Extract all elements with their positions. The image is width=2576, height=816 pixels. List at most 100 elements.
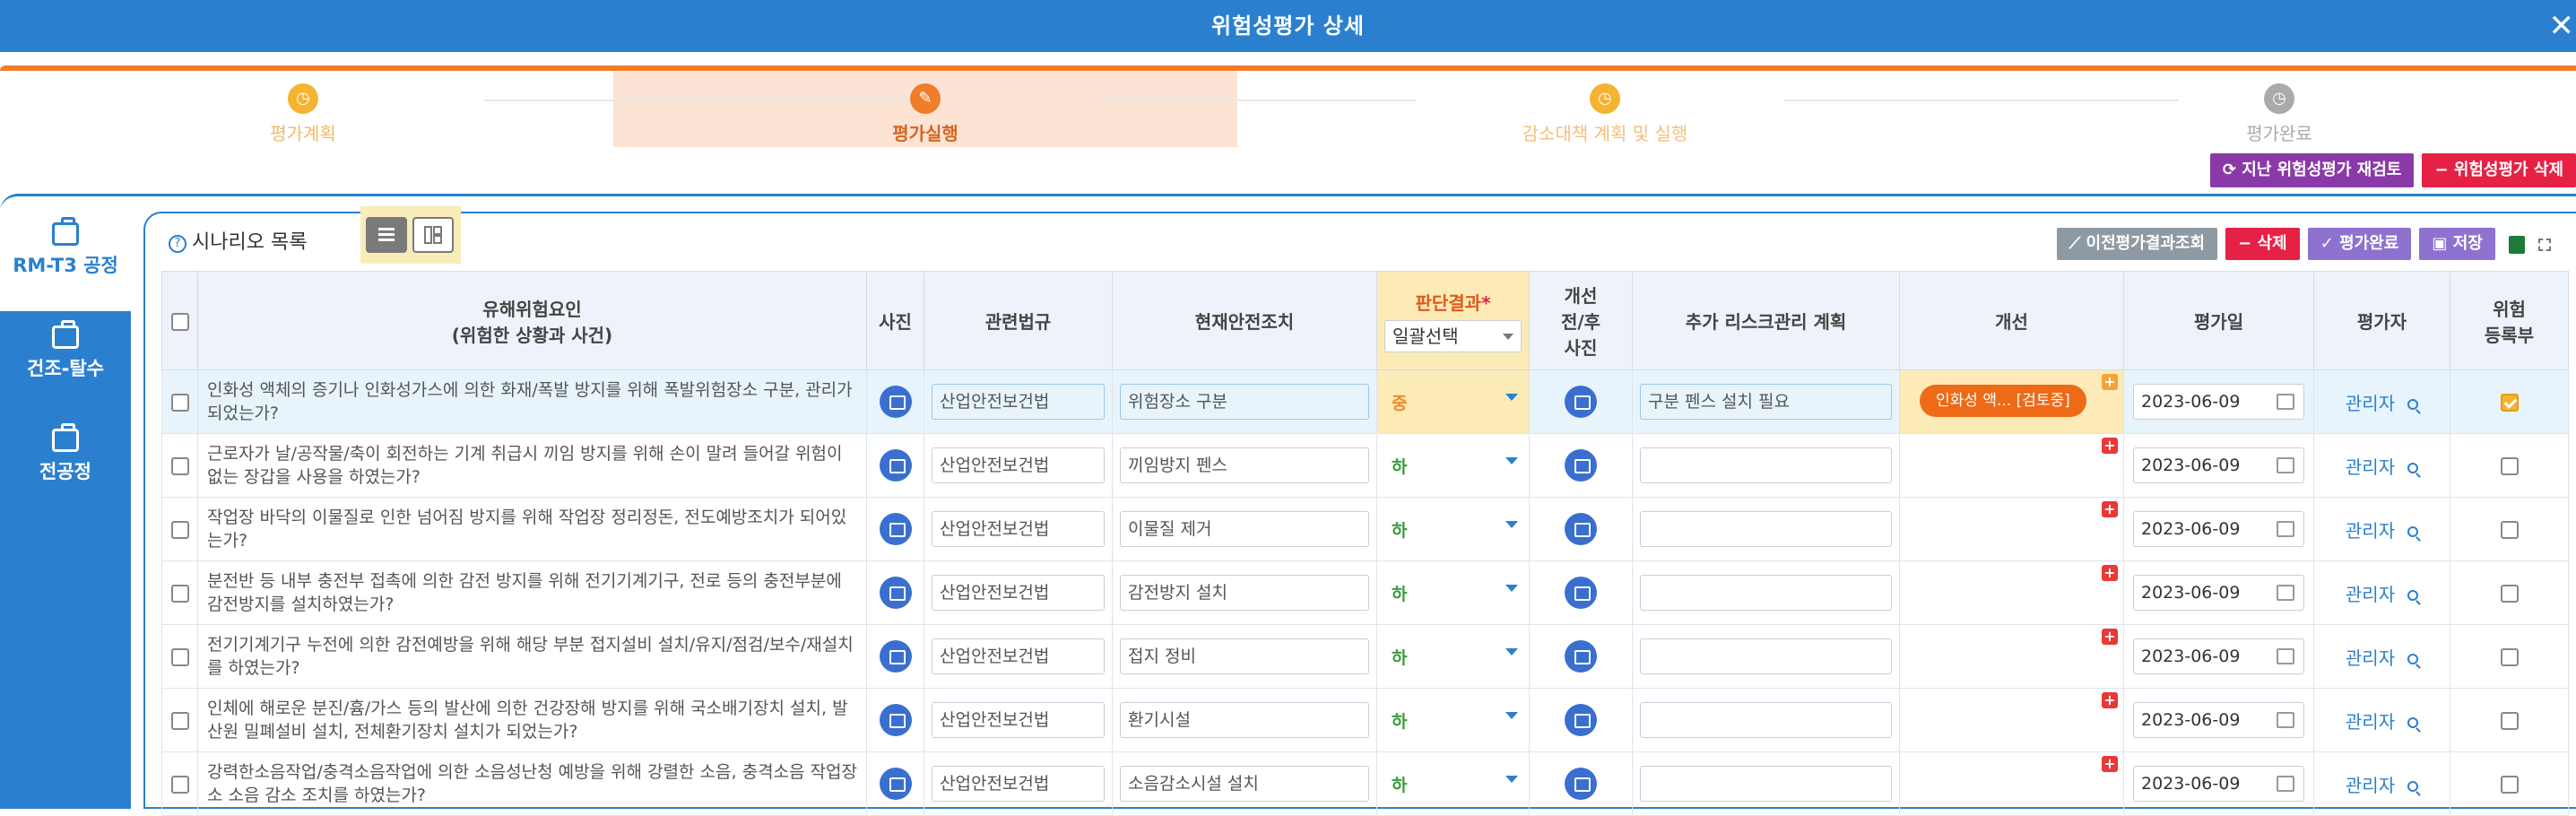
search-icon[interactable]: [2407, 398, 2419, 410]
date-input[interactable]: 2023-06-09: [2133, 447, 2304, 483]
search-icon[interactable]: [2407, 589, 2419, 601]
current-measure-input[interactable]: 이물질 제거: [1120, 511, 1369, 547]
judge-select[interactable]: 하: [1377, 454, 1529, 478]
plan-input[interactable]: [1640, 702, 1892, 738]
row-checkbox[interactable]: [170, 775, 189, 794]
calendar-icon[interactable]: [2277, 394, 2294, 410]
date-input[interactable]: 2023-06-09: [2133, 575, 2304, 611]
plan-input[interactable]: [1640, 511, 1892, 547]
complete-evaluation-button[interactable]: ✓ 평가완료: [2307, 228, 2412, 260]
evaluator-link[interactable]: 관리자: [2314, 453, 2450, 479]
close-icon[interactable]: ✕: [2549, 0, 2575, 52]
current-measure-input[interactable]: 감전방지 설치: [1120, 575, 1369, 611]
register-checkbox[interactable]: [2500, 647, 2519, 666]
image-icon[interactable]: [879, 577, 912, 609]
table-row[interactable]: 작업장 바닥의 이물질로 인한 넘어짐 방지를 위해 작업장 정리정돈, 전도예…: [161, 497, 2569, 561]
register-checkbox[interactable]: [2500, 520, 2519, 539]
delete-assessment-button[interactable]: − 위험성평가 삭제: [2422, 153, 2576, 187]
add-improvement-icon[interactable]: +: [2102, 501, 2118, 517]
calendar-icon[interactable]: [2277, 776, 2294, 792]
judge-select[interactable]: 하: [1377, 708, 1529, 733]
law-input[interactable]: 산업안전보건법: [932, 575, 1105, 611]
image-icon[interactable]: [1565, 513, 1597, 545]
evaluator-link[interactable]: 관리자: [2314, 580, 2450, 606]
date-input[interactable]: 2023-06-09: [2133, 511, 2304, 547]
review-past-assessment-button[interactable]: ⟳ 지난 위험성평가 재검토: [2209, 153, 2415, 187]
tab-rm-t3[interactable]: RM-T3 공정: [0, 208, 131, 311]
image-icon[interactable]: [879, 386, 912, 418]
search-icon[interactable]: [2407, 653, 2419, 664]
image-icon[interactable]: [1565, 577, 1597, 609]
date-input[interactable]: 2023-06-09: [2133, 702, 2304, 738]
image-icon[interactable]: [1565, 449, 1597, 482]
bulk-select-dropdown[interactable]: 일괄선택: [1384, 320, 1522, 352]
add-improvement-icon[interactable]: +: [2102, 374, 2118, 390]
date-input[interactable]: 2023-06-09: [2133, 384, 2304, 420]
add-improvement-icon[interactable]: +: [2102, 565, 2118, 581]
table-row[interactable]: 분전반 등 내부 충전부 접촉에 의한 감전 방지를 위해 전기기계기구, 전로…: [161, 560, 2569, 625]
tab-all-process[interactable]: 전공정: [0, 414, 131, 517]
current-measure-input[interactable]: 위험장소 구분: [1120, 384, 1369, 420]
row-checkbox[interactable]: [170, 520, 189, 539]
law-input[interactable]: 산업안전보건법: [932, 384, 1105, 420]
image-icon[interactable]: [1565, 704, 1597, 736]
row-checkbox[interactable]: [170, 584, 189, 603]
evaluator-link[interactable]: 관리자: [2314, 389, 2450, 415]
register-checkbox[interactable]: [2500, 393, 2519, 412]
plan-input[interactable]: [1640, 575, 1892, 611]
list-view-button[interactable]: [366, 217, 407, 253]
law-input[interactable]: 산업안전보건법: [932, 638, 1105, 674]
row-checkbox[interactable]: [170, 456, 189, 475]
plan-input[interactable]: 구분 펜스 설치 필요: [1640, 384, 1892, 420]
date-input[interactable]: 2023-06-09: [2133, 638, 2304, 674]
calendar-icon[interactable]: [2277, 585, 2294, 601]
calendar-icon[interactable]: [2277, 648, 2294, 664]
image-icon[interactable]: [879, 640, 912, 673]
evaluator-link[interactable]: 관리자: [2314, 771, 2450, 797]
current-measure-input[interactable]: 접지 정비: [1120, 638, 1369, 674]
add-improvement-icon[interactable]: +: [2102, 692, 2118, 708]
search-icon[interactable]: [2407, 462, 2419, 473]
judge-select[interactable]: 하: [1377, 772, 1529, 796]
calendar-icon[interactable]: [2277, 712, 2294, 728]
law-input[interactable]: 산업안전보건법: [932, 511, 1105, 547]
search-icon[interactable]: [2407, 780, 2419, 792]
tab-drying-dewatering[interactable]: 건조-탈수: [0, 311, 131, 414]
plan-input[interactable]: [1640, 447, 1892, 483]
calendar-icon[interactable]: [2277, 457, 2294, 473]
table-row[interactable]: 인체에 해로운 분진/흄/가스 등의 발산에 의한 건강장해 방지를 위해 국소…: [161, 688, 2569, 752]
row-checkbox[interactable]: [170, 711, 189, 730]
judge-select[interactable]: 하: [1377, 581, 1529, 605]
step-reduction[interactable]: ◷ 감소대책 계획 및 실행: [1426, 83, 1784, 145]
law-input[interactable]: 산업안전보건법: [932, 447, 1105, 483]
improvement-status-badge[interactable]: 인화성 액... [검토중]: [1920, 385, 2086, 417]
table-row[interactable]: 강력한소음작업/충격소음작업에 의한 소음성난청 예방을 위해 강렬한 소음, …: [161, 751, 2569, 816]
evaluator-link[interactable]: 관리자: [2314, 707, 2450, 734]
row-checkbox[interactable]: [170, 647, 189, 666]
date-input[interactable]: 2023-06-09: [2133, 766, 2304, 802]
step-complete[interactable]: ◷ 평가완료: [2100, 83, 2459, 145]
image-icon[interactable]: [1565, 768, 1597, 800]
image-icon[interactable]: [879, 449, 912, 482]
calendar-icon[interactable]: [2277, 521, 2294, 537]
image-icon[interactable]: [879, 704, 912, 736]
evaluator-link[interactable]: 관리자: [2314, 644, 2450, 670]
image-icon[interactable]: [879, 513, 912, 545]
table-row[interactable]: 전기기계기구 누전에 의한 감전예방을 위해 해당 부분 접지설비 설치/유지/…: [161, 624, 2569, 689]
law-input[interactable]: 산업안전보건법: [932, 702, 1105, 738]
select-all-checkbox[interactable]: [170, 313, 189, 331]
image-icon[interactable]: [1565, 386, 1597, 418]
image-icon[interactable]: [1565, 640, 1597, 673]
add-improvement-icon[interactable]: +: [2102, 629, 2118, 645]
register-checkbox[interactable]: [2500, 456, 2519, 475]
current-measure-input[interactable]: 환기시설: [1120, 702, 1369, 738]
prev-result-button[interactable]: ⟋ 이전평가결과조회: [2056, 228, 2218, 260]
judge-select[interactable]: 하: [1377, 645, 1529, 669]
save-button[interactable]: ▣ 저장: [2419, 228, 2495, 260]
help-icon[interactable]: ?: [169, 235, 186, 253]
step-execute[interactable]: ✎ 평가실행: [746, 83, 1105, 145]
delete-scenario-button[interactable]: − 삭제: [2225, 228, 2300, 260]
table-row[interactable]: 인화성 액체의 증기나 인화성가스에 의한 화재/폭발 방지를 위해 폭발위험장…: [161, 369, 2569, 434]
law-input[interactable]: 산업안전보건법: [932, 766, 1105, 802]
search-icon[interactable]: [2407, 525, 2419, 537]
